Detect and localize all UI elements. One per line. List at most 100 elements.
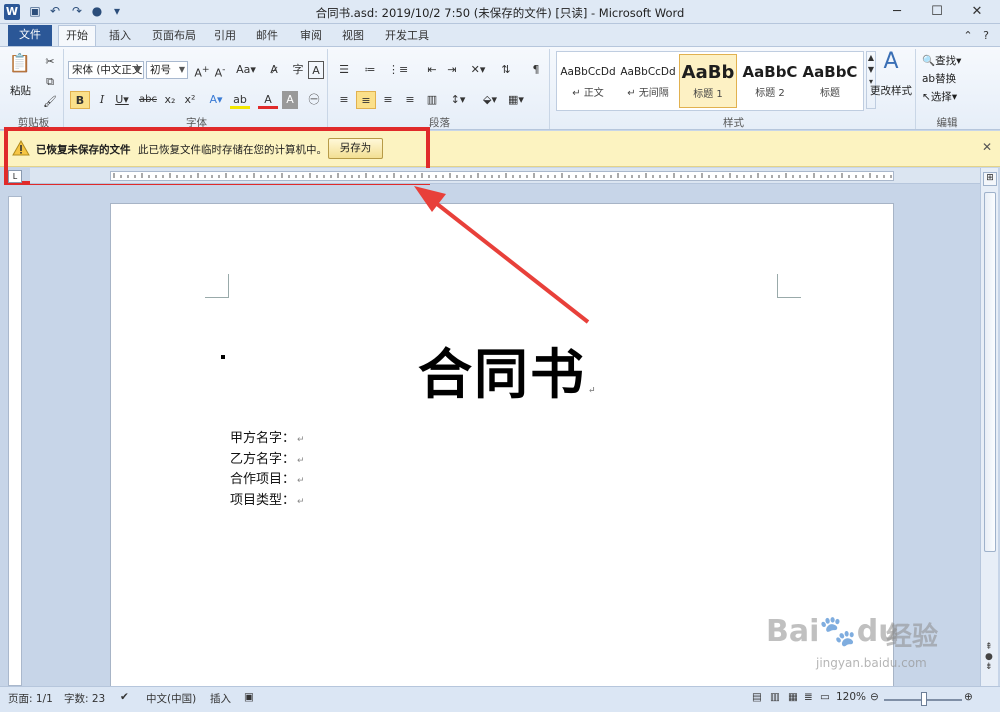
style-title[interactable]: AaBbC 标题 [801,54,859,108]
proofing-icon[interactable]: ✔ [120,691,129,703]
line-spacing-icon[interactable]: ↕▾ [448,91,468,109]
paste-icon[interactable]: 📋 [8,55,32,81]
justify-button[interactable]: ≡ [400,91,420,109]
borders-icon[interactable]: ▦▾ [506,91,526,109]
tab-references[interactable]: 引用 [210,27,240,46]
bullets-icon[interactable]: ☰ [334,61,354,79]
minimize-button[interactable]: ─ [880,0,914,24]
char-shading-icon[interactable]: A [282,91,298,109]
vertical-ruler[interactable] [8,196,22,686]
underline-button[interactable]: U▾ [112,91,132,109]
paragraph-mark-icon: ↵ [297,456,305,466]
tab-view[interactable]: 视图 [338,27,368,46]
zoom-level[interactable]: 120% [836,691,866,703]
cut-icon[interactable]: ✂ [40,53,60,71]
paragraph-mark-icon: ↵ [297,435,305,445]
outline-icon[interactable]: ≣ [804,691,813,703]
word-count[interactable]: 字数: 23 [64,691,105,706]
watermark-brand: Bai🐾du [766,614,900,649]
maximize-button[interactable]: ☐ [920,0,954,24]
change-styles-label[interactable]: 更改样式 [870,83,912,98]
tab-mailings[interactable]: 邮件 [252,27,282,46]
tab-file[interactable]: 文件 [8,25,52,46]
distributed-button[interactable]: ▥ [422,91,442,109]
page-count[interactable]: 页面: 1/1 [8,691,53,706]
font-name-combo[interactable]: 宋体 (中文正文 ▼ [68,61,144,79]
phonetic-guide-icon[interactable]: 字 [288,61,308,79]
find-button[interactable]: 🔍查找▾ [922,53,961,68]
vertical-scrollbar[interactable]: ⊞ ⇞ ● ⇟ [980,168,998,686]
enclose-char-icon[interactable]: ㊀ [304,91,324,109]
tab-page-layout[interactable]: 页面布局 [146,27,202,46]
subscript-button[interactable]: x₂ [160,91,180,109]
bold-button[interactable]: B [70,91,90,109]
style-heading-1[interactable]: AaBb 标题 1 [679,54,737,108]
multilevel-list-icon[interactable]: ⋮≡ [388,61,408,79]
view-ruler-icon[interactable]: ⊞ [983,172,997,186]
char-border-icon[interactable]: A [308,61,324,79]
font-color-icon[interactable]: A [258,91,278,109]
shading-icon[interactable]: ⬙▾ [480,91,500,109]
increase-indent-icon[interactable]: ⇥ [442,61,462,79]
draft-icon[interactable]: ▭ [820,691,830,703]
shrink-font-icon[interactable]: A- [210,61,230,80]
align-right-button[interactable]: ≡ [378,91,398,109]
replace-button[interactable]: ab替换 [922,71,956,86]
minimize-ribbon-icon[interactable]: ⌃ [960,27,976,46]
change-styles-icon[interactable]: A [878,51,904,79]
zoom-in-icon[interactable]: ⊕ [964,691,973,703]
style-heading-2[interactable]: AaBbC 标题 2 [741,54,799,108]
doc-line[interactable]: 合作项目： ↵ [230,468,305,487]
full-screen-icon[interactable]: ▥ [770,691,780,703]
sort-icon[interactable]: ⇅ [496,61,516,79]
tab-insert[interactable]: 插入 [104,27,136,46]
copy-icon[interactable]: ⧉ [40,73,60,91]
text-effects-icon[interactable]: A▾ [206,91,226,109]
horizontal-ruler[interactable] [30,168,980,184]
paragraph-group: ☰ ≔ ⋮≡ ⇤ ⇥ ✕▾ ⇅ ¶ ≡ ≡ ≡ ≡ ▥ ↕▾ ⬙▾ ▦▾ 段落 [330,49,550,129]
document-title[interactable]: 合同书 ↵ [418,330,598,409]
find-icon: 🔍 [922,55,936,67]
font-size-combo[interactable]: 初号 ▼ [146,61,188,79]
format-painter-icon[interactable]: 🖌 [40,93,60,111]
insert-mode[interactable]: 插入 [210,691,231,706]
doc-line[interactable]: 甲方名字： ↵ [230,427,305,446]
zoom-out-icon[interactable]: ⊖ [870,691,879,703]
clear-format-icon[interactable]: A̷ [264,61,284,79]
browse-object-icons[interactable]: ⇞ ● ⇟ [985,642,993,672]
close-icon[interactable]: ✕ [982,140,992,154]
zoom-slider-knob[interactable] [921,692,927,706]
decrease-indent-icon[interactable]: ⇤ [422,61,442,79]
language-indicator[interactable]: 中文(中国) [146,691,196,706]
replace-label: 替换 [935,73,957,85]
show-marks-icon[interactable]: ¶ [526,61,546,79]
chinese-layout-icon[interactable]: ✕▾ [468,61,488,79]
italic-button[interactable]: I [92,91,112,109]
help-icon[interactable]: ? [978,27,994,46]
doc-line[interactable]: 项目类型： ↵ [230,489,305,508]
highlight-icon[interactable]: ab [230,91,250,109]
strikethrough-button[interactable]: abc [136,91,160,109]
tab-selector[interactable]: L [8,170,22,183]
numbering-icon[interactable]: ≔ [360,61,380,79]
doc-line[interactable]: 乙方名字： ↵ [230,448,305,467]
superscript-button[interactable]: x² [180,91,200,109]
tab-home[interactable]: 开始 [58,25,96,46]
tab-review[interactable]: 审阅 [296,27,326,46]
grow-font-icon[interactable]: A+ [192,61,212,80]
scrollbar-thumb[interactable] [984,192,996,552]
style-normal[interactable]: AaBbCcDd ↵ 正文 [559,54,617,108]
close-button[interactable]: ✕ [960,0,994,24]
change-case-icon[interactable]: Aa▾ [234,61,258,79]
style-no-spacing[interactable]: AaBbCcDd ↵ 无间隔 [619,54,677,108]
tab-developer[interactable]: 开发工具 [380,27,434,46]
document-title-text: 合同书 [418,342,586,406]
styles-scroll-icon[interactable]: ▲ ▼ ▾ [866,51,876,109]
select-button[interactable]: ↖选择▾ [922,89,957,104]
align-center-button[interactable]: ≡ [356,91,376,109]
macro-record-icon[interactable]: ▣ [244,691,254,703]
web-layout-icon[interactable]: ▦ [788,691,798,703]
align-left-button[interactable]: ≡ [334,91,354,109]
paste-button-label[interactable]: 粘贴 [10,83,31,98]
print-layout-icon[interactable]: ▤ [752,691,762,703]
